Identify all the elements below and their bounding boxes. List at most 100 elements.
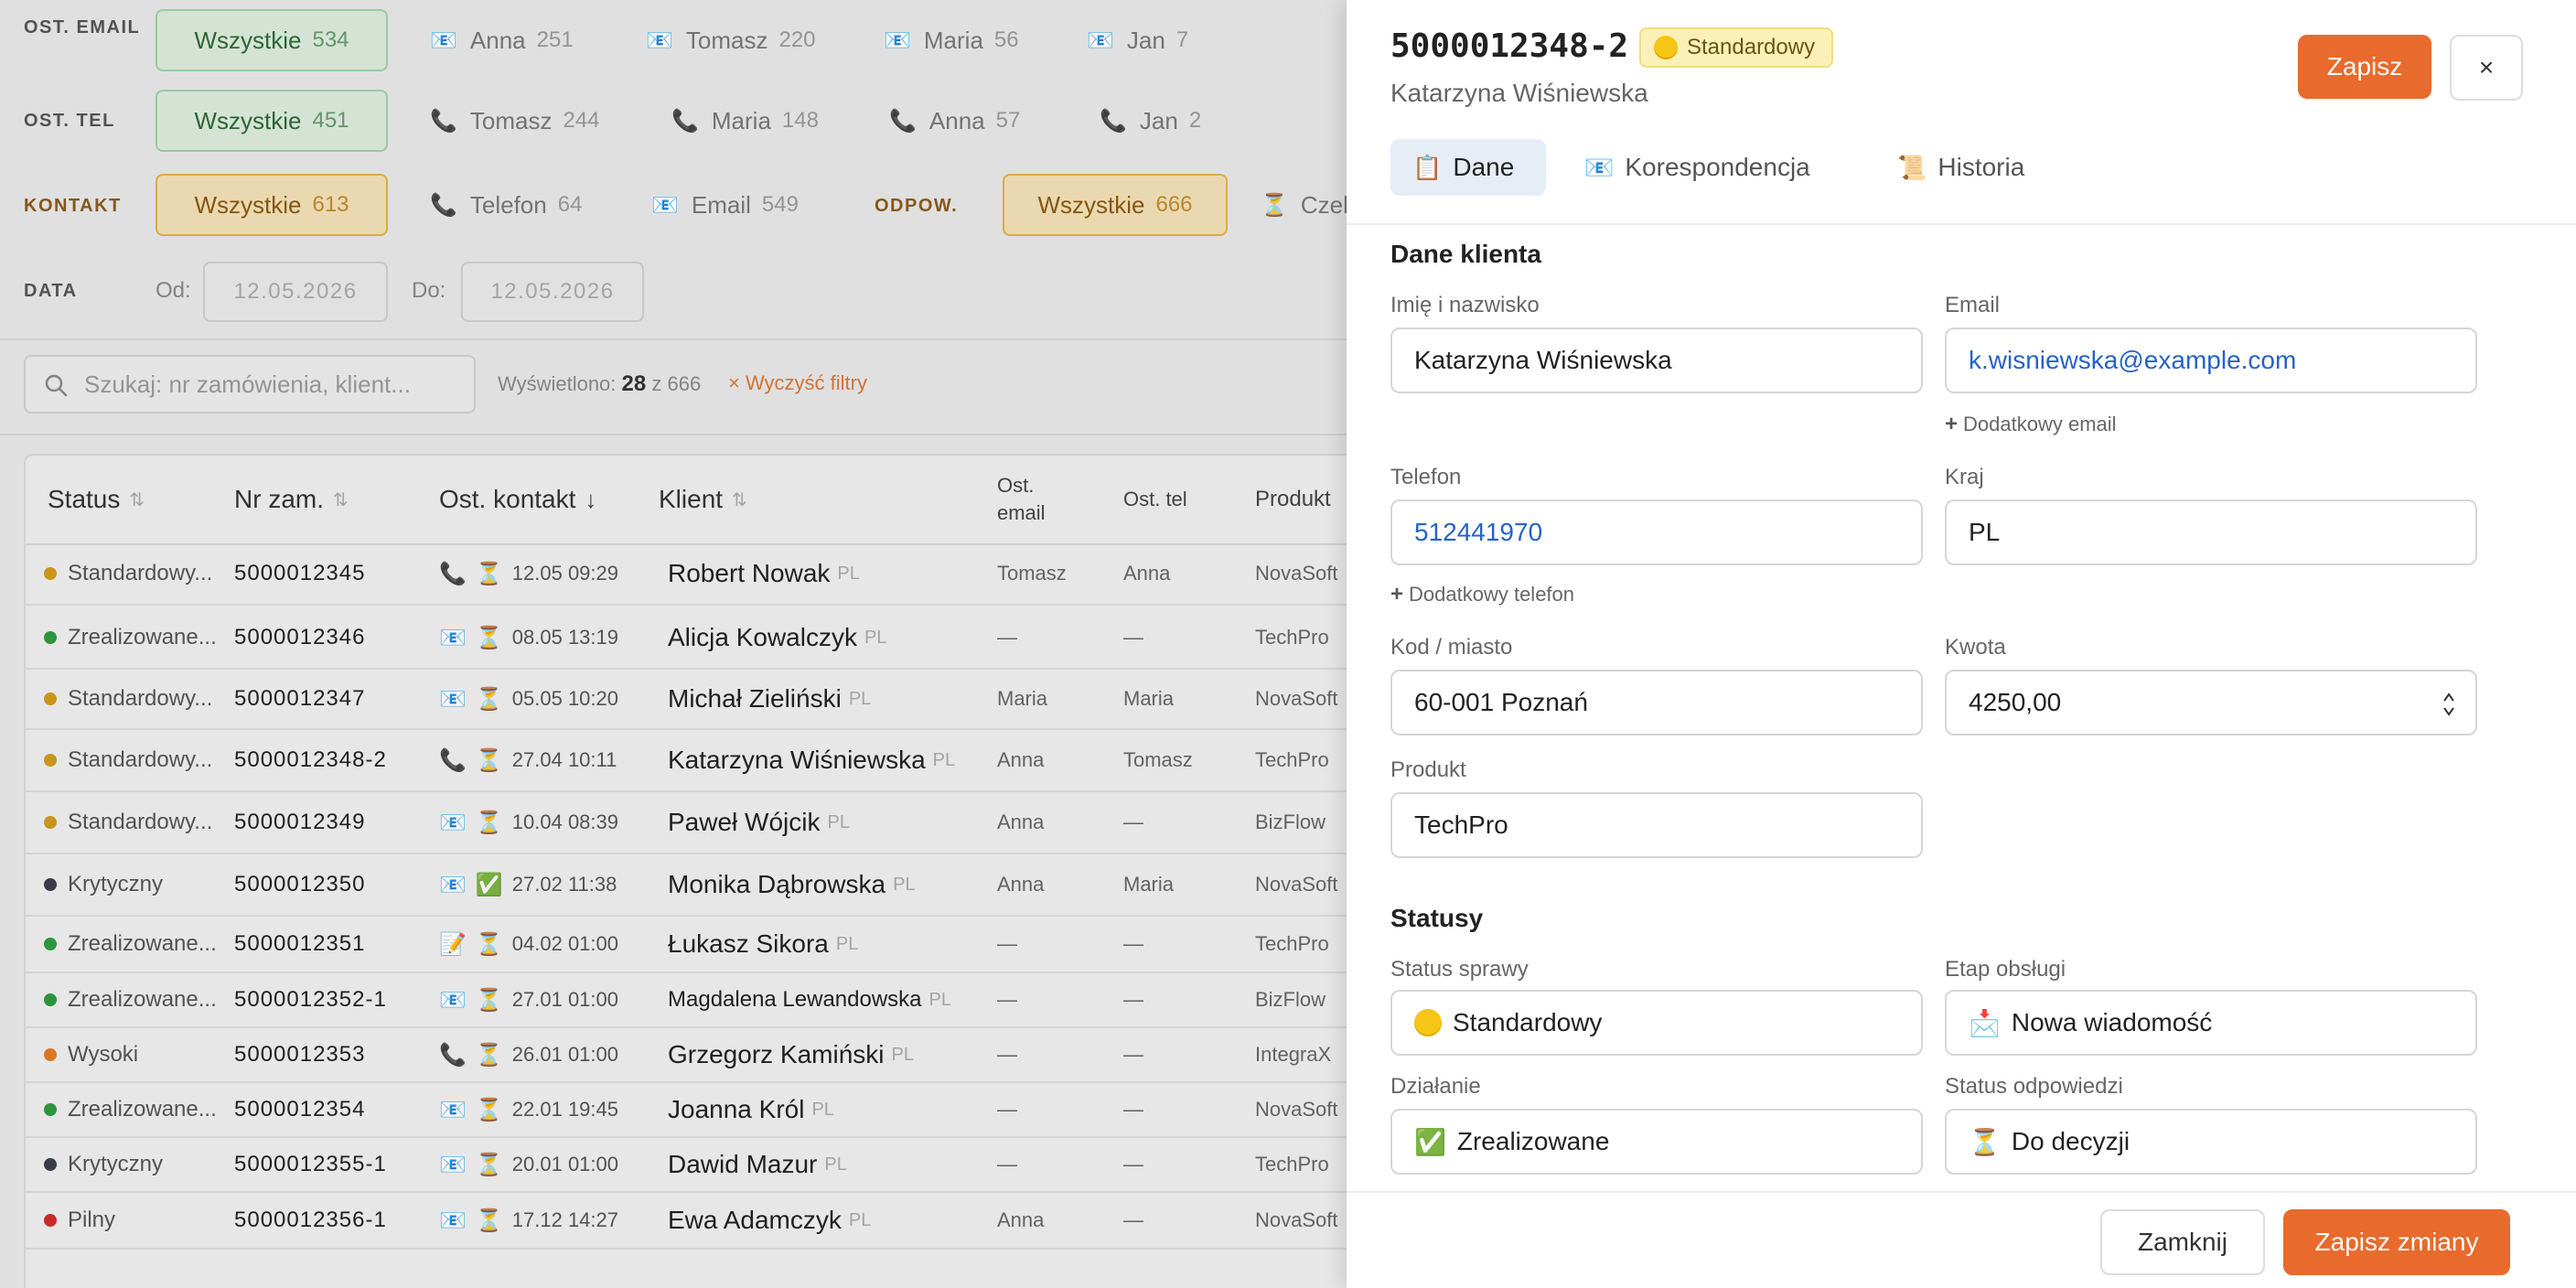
chip-kontakt-telefon[interactable]: 📞 Telefon 64 [430, 174, 582, 236]
chip-tel-anna[interactable]: 📞 Anna 57 [889, 90, 1020, 152]
table-row[interactable]: Zrealizowane... 5000012352-1 📧 ⏳ 27.01 01:00… [26, 973, 1347, 1028]
table-row[interactable]: Krytyczny 5000012350 📧 ✅ 27.02 11:38 Monika D… [26, 854, 1347, 917]
case-status-select[interactable]: Standardowy [1390, 990, 1923, 1056]
save-changes-button[interactable]: Zapisz zmiany [2283, 1209, 2510, 1275]
check-icon: ✅ [1414, 1127, 1446, 1156]
table-row[interactable]: Standardowy... 5000012348-2 📞 ⏳ 27.04 10:11 K… [26, 730, 1347, 792]
product-cell: NovaSoft [1255, 1208, 1338, 1231]
last-email-cell: Maria [997, 687, 1048, 710]
add-phone-link[interactable]: + Dodatkowy telefon [1390, 582, 1574, 607]
chip-odpow-czek[interactable]: ⏳Czek [1261, 174, 1347, 236]
last-tel-cell: — [1123, 1208, 1143, 1231]
table-row[interactable]: Zrealizowane... 5000012346 📧 ⏳ 08.05 13:19 Al… [26, 607, 1347, 670]
chip-tel-tomasz[interactable]: 📞 Tomasz 244 [430, 90, 600, 152]
last-email-cell: Anna [997, 1208, 1045, 1231]
chip-kontakt-all[interactable]: Wszystkie 613 [156, 174, 388, 236]
col-header-email[interactable]: Ost. email [997, 456, 1046, 543]
hourglass-icon: ⏳ [475, 810, 503, 835]
section-title-client: Dane klienta [1390, 240, 1541, 268]
status-badge: Standardowy [1639, 27, 1834, 68]
product-field[interactable]: TechPro [1390, 792, 1923, 858]
last-contact-cell: 📝 ⏳ 04.02 01:00 [439, 931, 619, 957]
status-cell: Pilny [44, 1193, 227, 1248]
table-row[interactable]: Standardowy... 5000012345 📞 ⏳ 12.05 09:29 Rob… [26, 543, 1347, 606]
last-email-cell: Anna [997, 810, 1045, 833]
reply-status-select[interactable]: ⏳ Do decyzji [1945, 1109, 2477, 1175]
name-field[interactable]: Katarzyna Wiśniewska [1390, 327, 1923, 393]
email-field[interactable]: k.wisniewska@example.com [1945, 327, 2477, 393]
chip-tel-all[interactable]: Wszystkie 451 [156, 90, 388, 152]
col-header-nr[interactable]: Nr zam. ⇅ [234, 456, 349, 543]
col-header-status[interactable]: Status ⇅ [48, 456, 145, 543]
chip-email-maria[interactable]: 📧 Maria 56 [884, 9, 1019, 71]
save-button[interactable]: Zapisz [2298, 35, 2431, 99]
amount-field[interactable]: 4250,00 [1945, 670, 2477, 735]
last-email-cell: — [997, 932, 1017, 955]
date-from-label: Od: [156, 278, 191, 303]
status-cell: Zrealizowane... [44, 607, 227, 668]
close-panel-button[interactable]: Zamknij [2100, 1209, 2265, 1275]
last-email-cell: Anna [997, 748, 1045, 771]
last-email-cell: Tomasz [997, 562, 1067, 585]
action-select[interactable]: ✅ Zrealizowane [1390, 1109, 1923, 1175]
phone-icon: 📞 [439, 747, 467, 773]
product-cell: NovaSoft [1255, 873, 1338, 896]
phone-field[interactable]: 512441970 [1390, 499, 1923, 565]
col-header-klient[interactable]: Klient ⇅ [659, 456, 747, 543]
stage-select[interactable]: 📩 Nowa wiadomość [1945, 990, 2477, 1056]
last-email-cell: — [997, 1043, 1017, 1066]
client-cell: Joanna Król PL [668, 1095, 834, 1123]
orders-list-view: OST. EMAIL Wszystkie 534 📧 Anna 251 📧 Tomasz… [0, 0, 1347, 1288]
product-cell: TechPro [1255, 748, 1329, 771]
last-tel-cell: — [1123, 1153, 1143, 1175]
status-cell: Zrealizowane... [44, 1083, 227, 1136]
table-row[interactable]: Pilny 5000012356-1 📧 ⏳ 17.12 14:27 Ewa Adamcz… [26, 1193, 1347, 1250]
table-row[interactable]: Wysoki 5000012353 📞 ⏳ 26.01 01:00 Grzegorz Ka… [26, 1028, 1347, 1083]
col-header-tel[interactable]: Ost. tel [1123, 456, 1187, 543]
tab-korespondencja[interactable]: 📧 Korespondencja [1562, 139, 1832, 196]
phone-icon: 📞 [430, 192, 457, 218]
date-from-input[interactable]: 12.05.2026 [203, 262, 388, 322]
chip-odpow-all[interactable]: Wszystkie 666 [1003, 174, 1228, 236]
table-row[interactable]: Zrealizowane... 5000012354 📧 ⏳ 22.01 19:45 Jo… [26, 1083, 1347, 1138]
chip-tel-jan[interactable]: 📞 Jan 2 [1100, 90, 1201, 152]
label-amount: Kwota [1945, 635, 2006, 660]
orders-table: Status ⇅ Nr zam. ⇅ Ost. kontakt ↓ Klient ⇅ O… [24, 454, 1347, 1288]
chip-kontakt-email[interactable]: 📧 Email 549 [651, 174, 799, 236]
add-email-link[interactable]: + Dodatkowy email [1945, 412, 2117, 437]
email-icon: 📧 [430, 27, 457, 53]
chip-email-all[interactable]: Wszystkie 534 [156, 9, 388, 71]
label-phone: Telefon [1390, 465, 1462, 489]
order-number: 5000012349 [234, 810, 366, 834]
city-field[interactable]: 60-001 Poznań [1390, 670, 1923, 735]
col-header-kontakt[interactable]: Ost. kontakt ↓ [439, 456, 596, 543]
results-count: Wyświetlono: 28 z 666 [498, 371, 702, 396]
chip-tel-maria[interactable]: 📞 Maria 148 [671, 90, 819, 152]
chip-email-anna[interactable]: 📧 Anna 251 [430, 9, 574, 71]
order-number: 5000012345 [234, 561, 366, 585]
email-icon: 📧 [439, 810, 467, 835]
order-number: 5000012352-1 [234, 987, 387, 1012]
date-to-input[interactable]: 12.05.2026 [461, 262, 644, 322]
chip-email-tomasz[interactable]: 📧 Tomasz 220 [646, 9, 816, 71]
table-row[interactable]: Krytyczny 5000012355-1 📧 ⏳ 20.01 01:00 Dawid … [26, 1138, 1347, 1193]
stepper-icon[interactable] [2442, 690, 2455, 719]
search-input[interactable]: Szukaj: nr zamówienia, klient... [24, 355, 476, 413]
tab-historia[interactable]: 📜 Historia [1875, 139, 2046, 196]
col-header-produkt[interactable]: Produkt [1255, 456, 1331, 543]
status-cell: Wysoki [44, 1028, 227, 1081]
country-field[interactable]: PL [1945, 499, 2477, 565]
table-row[interactable]: Standardowy... 5000012347 📧 ⏳ 05.05 10:20 Mic… [26, 670, 1347, 730]
table-row[interactable]: Zrealizowane... 5000012351 📝 ⏳ 04.02 01:00 Łu… [26, 917, 1347, 973]
status-cell: Zrealizowane... [44, 973, 227, 1026]
last-tel-cell: — [1123, 1098, 1143, 1121]
phone-icon: 📞 [439, 1042, 467, 1068]
product-cell: TechPro [1255, 1153, 1329, 1175]
clear-filters-link[interactable]: × Wyczyść filtry [728, 371, 867, 395]
table-row[interactable]: Standardowy... 5000012349 📧 ⏳ 10.04 08:39 Paw… [26, 792, 1347, 854]
email-icon: 📧 [884, 27, 911, 53]
last-contact-cell: 📧 ⏳ 27.01 01:00 [439, 987, 619, 1013]
tab-dane[interactable]: 📋 Dane [1390, 139, 1546, 196]
chip-email-jan[interactable]: 📧 Jan 7 [1087, 9, 1188, 71]
close-button[interactable]: × [2450, 35, 2523, 101]
